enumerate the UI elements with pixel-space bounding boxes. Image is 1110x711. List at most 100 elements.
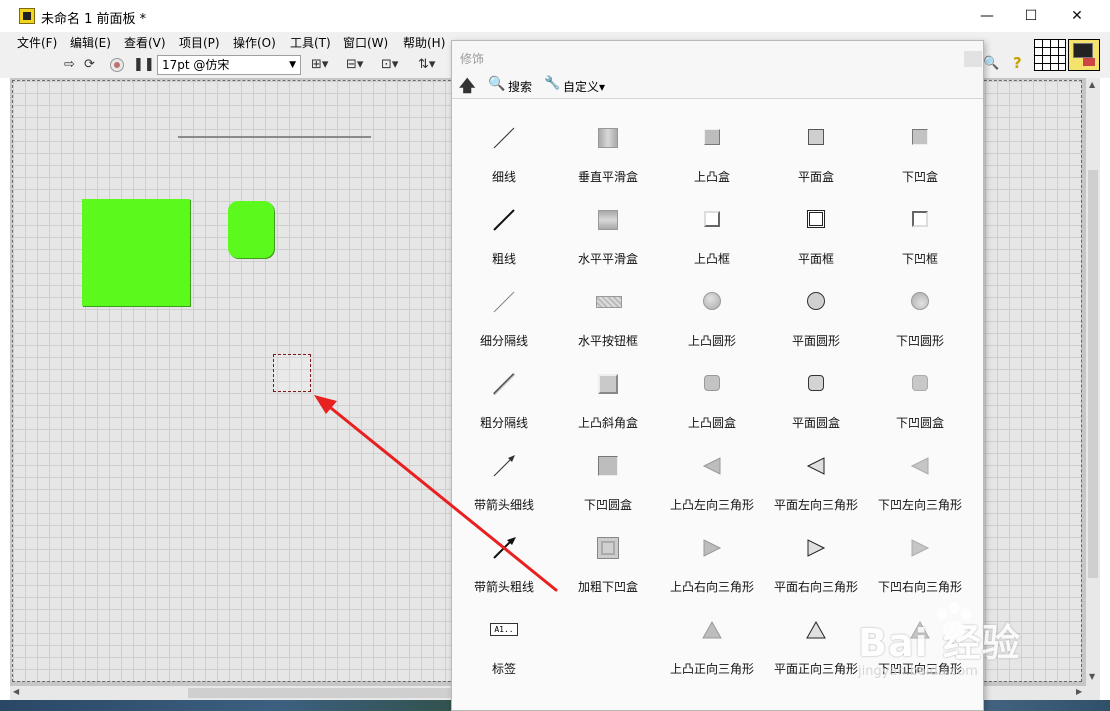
maximize-button[interactable]: ☐ [1008,2,1054,30]
raised-bevel-box-icon [596,373,620,395]
palette-item[interactable]: 下凹右向三角形 [868,509,972,594]
palette-item[interactable]: 水平平滑盒 [556,181,660,266]
palette-item[interactable]: 下凹圆形 [868,263,972,348]
palette-item[interactable]: 带箭头细线 [452,427,556,512]
palette-customize-button[interactable]: 自定义▾ [563,78,605,95]
connector-pane-icon[interactable] [1034,39,1066,71]
palette-item[interactable]: 下凹圆盒 [868,345,972,430]
palette-search-button[interactable]: 搜索 [508,78,532,95]
close-button[interactable]: ✕ [1054,2,1100,30]
palette-item[interactable]: 上凸右向三角形 [660,509,764,594]
green-rounded-box-decoration[interactable] [228,201,274,258]
horizontal-smooth-box-icon [596,209,620,231]
search-icon[interactable]: 🔍 [983,56,999,72]
palette-item[interactable]: 垂直平滑盒 [556,99,660,184]
font-select-value: 17pt @仿宋 [162,58,230,72]
lowered-right-triangle-icon [908,537,932,559]
scroll-right-icon[interactable]: ▶ [1076,687,1082,696]
palette-item[interactable]: 上凸左向三角形 [660,427,764,512]
font-select[interactable]: 17pt @仿宋 ▼ [157,55,301,75]
menu-operate[interactable]: 操作(O) [233,34,276,51]
resize-objects-icon[interactable]: ⊡▾ [381,57,398,73]
flat-left-triangle-icon [804,455,828,477]
menu-project[interactable]: 项目(P) [179,34,220,51]
palette-close-button[interactable] [964,51,982,67]
pause-icon[interactable]: ❚❚ [133,57,155,73]
palette-item[interactable]: 上凸斜角盒 [556,345,660,430]
menu-tools[interactable]: 工具(T) [290,34,331,51]
placed-box-outline[interactable] [273,354,311,392]
palette-item[interactable]: 平面圆形 [764,263,868,348]
palette-item[interactable]: 粗分隔线 [452,345,556,430]
raised-frame-icon [700,209,724,231]
palette-item[interactable]: 细分隔线 [452,263,556,348]
palette-item[interactable]: 下凹左向三角形 [868,427,972,512]
palette-item[interactable]: 上凸框 [660,181,764,266]
palette-item[interactable]: 带箭头粗线 [452,509,556,594]
palette-item[interactable]: 平面右向三角形 [764,509,868,594]
horizontal-scroll-thumb[interactable] [188,688,452,698]
paw-icon [937,602,971,639]
scroll-up-icon[interactable]: ▲ [1089,80,1095,89]
menu-view[interactable]: 查看(V) [124,34,166,51]
menu-file[interactable]: 文件(F) [17,34,57,51]
palette-item[interactable]: 下凹圆盒 [556,427,660,512]
vertical-scrollbar[interactable]: ▲ ▼ [1086,78,1100,686]
menu-help[interactable]: 帮助(H) [403,34,445,51]
reorder-icon[interactable]: ⇅▾ [418,57,435,73]
palette-item[interactable]: 上凸圆盒 [660,345,764,430]
palette-item[interactable]: 粗线 [452,181,556,266]
scroll-down-icon[interactable]: ▼ [1089,672,1095,681]
raised-circle-icon [700,291,724,313]
menu-edit[interactable]: 编辑(E) [70,34,111,51]
vertical-scroll-thumb[interactable] [1088,170,1098,578]
run-arrow-icon[interactable]: ⇨ [64,57,75,73]
lowered-rounded-box-icon [596,455,620,477]
lowered-frame-icon [908,209,932,231]
scroll-left-icon[interactable]: ◀ [13,687,19,696]
palette-item[interactable]: 水平按钮框 [556,263,660,348]
thick-line-icon [492,209,516,231]
palette-item[interactable]: 加粗下凹盒 [556,509,660,594]
palette-item[interactable]: 细线 [452,99,556,184]
lowered-circle-icon [908,291,932,313]
green-box-decoration[interactable] [82,199,190,306]
run-continuously-icon[interactable]: ⟳ [84,57,95,73]
palette-item[interactable]: 上凸盒 [660,99,764,184]
flat-frame-icon [804,209,828,231]
palette-item[interactable]: 上凸圆形 [660,263,764,348]
search-icon[interactable]: 🔍 [488,76,505,92]
align-objects-icon[interactable]: ⊞▾ [311,57,328,73]
thin-divider-icon [492,291,516,313]
minimize-button[interactable]: — [964,2,1010,30]
flat-rounded-box-icon [804,373,828,395]
palette-item[interactable]: 平面圆盒 [764,345,868,430]
baidu-watermark: Bai 经验 jingyan.baidu.com [850,592,1050,684]
palette-titlebar[interactable]: 修饰 [452,41,983,73]
label-icon: A1.. [490,619,518,641]
thin-line-icon [492,127,516,149]
context-help-icon[interactable]: ? [1013,55,1022,71]
raised-box-icon [700,127,724,149]
thin-line-decoration[interactable] [178,136,371,138]
palette-item[interactable]: 平面盒 [764,99,868,184]
palette-item[interactable]: 上凸正向三角形 [660,591,764,676]
vertical-smooth-box-icon [596,127,620,149]
palette-item[interactable]: 平面框 [764,181,868,266]
abort-execution-icon[interactable] [110,58,124,72]
raised-up-triangle-icon [700,619,724,641]
palette-item[interactable]: A1.. 标签 [452,591,556,676]
distribute-objects-icon[interactable]: ⊟▾ [346,57,363,73]
thick-divider-icon [492,373,516,395]
labview-app-icon [19,8,35,24]
palette-item[interactable]: 下凹盒 [868,99,972,184]
palette-item[interactable]: 下凹框 [868,181,972,266]
up-arrow-icon[interactable]: 🡅 [459,75,475,102]
menu-window[interactable]: 窗口(W) [343,34,388,51]
palette-item[interactable]: 平面左向三角形 [764,427,868,512]
watermark-url: jingyan.baidu.com [858,664,978,679]
wrench-icon[interactable]: 🔧 [544,76,560,91]
palette-toolbar: 🡅 🔍 搜索 🔧 自定义▾ [452,73,983,99]
vi-icon[interactable] [1068,39,1100,71]
thin-arrow-line-icon [492,455,516,477]
